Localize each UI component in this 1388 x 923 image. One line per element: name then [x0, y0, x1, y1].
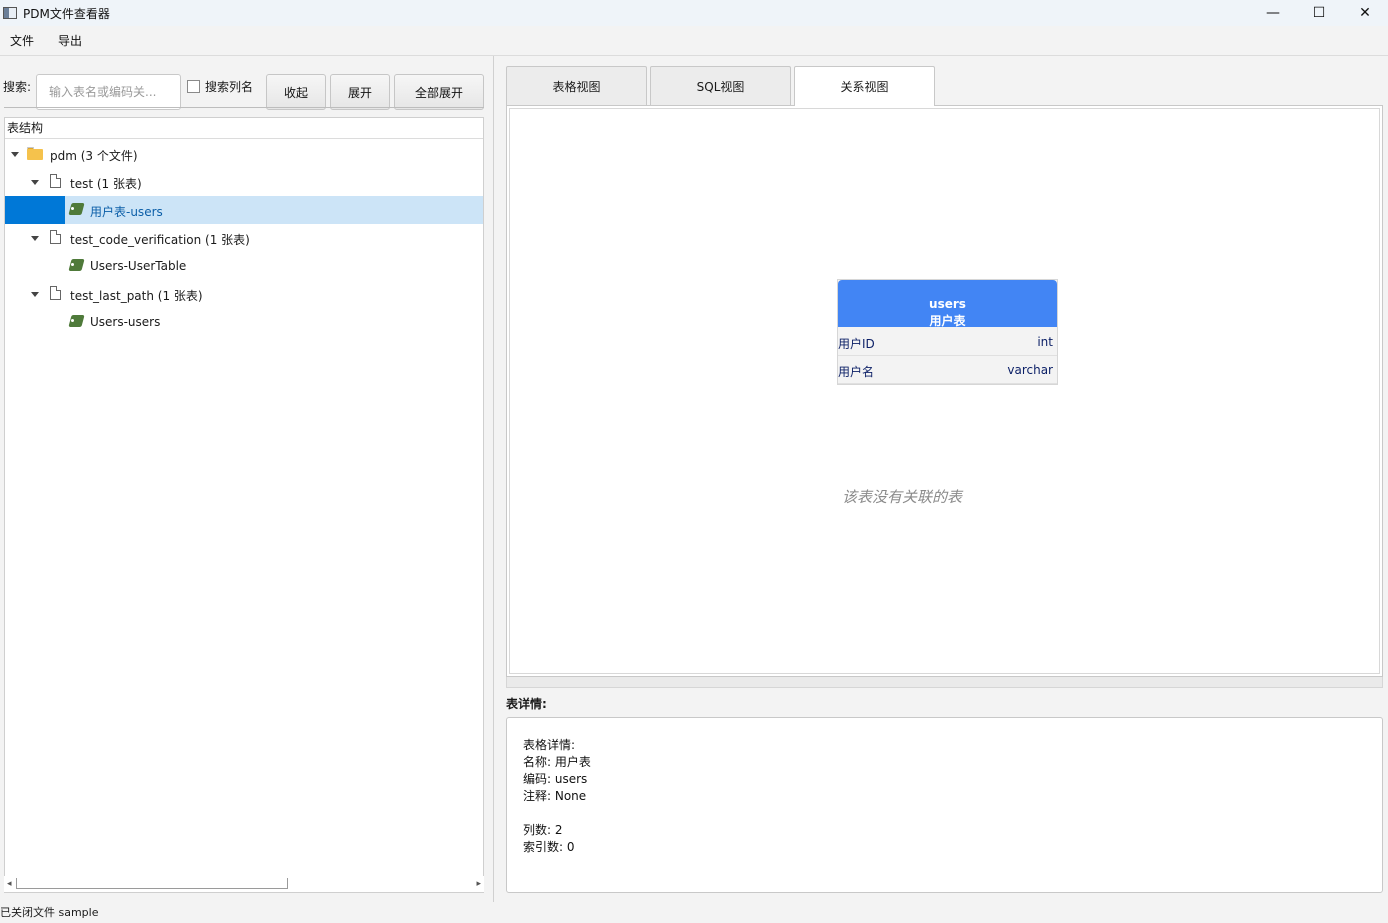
entity-column-row: 用户名 varchar: [838, 356, 1057, 384]
window-title: PDM文件查看器: [23, 6, 110, 21]
expand-arrow-icon[interactable]: [11, 152, 19, 157]
search-toolbar: 搜索: 搜索列名 收起 展开 全部展开: [0, 64, 490, 110]
expand-arrow-icon[interactable]: [31, 180, 39, 185]
search-columns-checkbox[interactable]: [187, 80, 200, 93]
details-text-box[interactable]: 表格详情: 名称: 用户表 编码: users 注释: None 列数: 2 索…: [506, 717, 1383, 893]
horizontal-scrollbar[interactable]: ◂ ▸: [4, 876, 484, 892]
table-tree[interactable]: 表结构 pdm (3 个文件) test (1 张表) 用户表-users te…: [4, 117, 484, 893]
tree-item-label: test (1 张表): [70, 177, 142, 191]
tree-item-label: test_last_path (1 张表): [70, 289, 203, 303]
tab-sql-view[interactable]: SQL视图: [650, 66, 791, 105]
scroll-left-icon[interactable]: ◂: [7, 879, 12, 889]
detail-line: 编码: users: [523, 772, 588, 786]
tree-header: 表结构: [5, 118, 483, 139]
collapse-button[interactable]: 收起: [266, 74, 326, 110]
tree-item-file[interactable]: test (1 张表): [5, 168, 483, 196]
close-button[interactable]: ✕: [1342, 0, 1388, 26]
tree-item-label: Users-users: [90, 315, 161, 329]
view-horizontal-scrollbar[interactable]: [506, 677, 1383, 688]
detail-line: 注释: None: [523, 789, 587, 803]
menu-export[interactable]: 导出: [48, 32, 92, 49]
detail-line: 表格详情:: [523, 738, 576, 752]
panel-splitter[interactable]: [490, 56, 498, 902]
tree-item-file[interactable]: test_code_verification (1 张表): [5, 224, 483, 252]
expand-button[interactable]: 展开: [330, 74, 390, 110]
folder-icon: [27, 147, 43, 160]
search-input[interactable]: [36, 74, 181, 110]
column-name: 用户ID: [838, 337, 875, 351]
expand-all-button[interactable]: 全部展开: [394, 74, 484, 110]
tab-table-view[interactable]: 表格视图: [506, 66, 647, 105]
table-tag-icon: [68, 203, 85, 216]
entity-column-row: 用户ID int: [838, 328, 1057, 356]
window-controls: — ☐ ✕: [1250, 0, 1388, 26]
expand-arrow-icon[interactable]: [31, 292, 39, 297]
no-relation-message: 该表没有关联的表: [842, 488, 963, 506]
tree-item-label: 用户表-users: [90, 205, 163, 219]
tree-item-table[interactable]: 用户表-users: [5, 196, 483, 224]
column-name: 用户名: [838, 365, 875, 379]
tree-item-table[interactable]: Users-users: [5, 308, 483, 336]
file-icon: [50, 286, 61, 300]
entity-box[interactable]: users 用户表 用户ID int 用户名 varchar: [837, 279, 1058, 385]
tab-relation-view[interactable]: 关系视图: [794, 66, 935, 106]
scroll-right-icon[interactable]: ▸: [476, 879, 481, 889]
search-columns-label: 搜索列名: [205, 80, 254, 94]
tree-item-label: test_code_verification (1 张表): [70, 233, 250, 247]
canvas-frame: users 用户表 用户ID int 用户名 varchar 该表没有关联的表: [509, 108, 1380, 674]
search-label: 搜索:: [3, 80, 32, 94]
file-icon: [50, 230, 61, 244]
table-tag-icon: [68, 315, 85, 328]
tree-item-table[interactable]: Users-UserTable: [5, 252, 483, 280]
entity-name: 用户表: [929, 314, 966, 328]
detail-line: 索引数: 0: [523, 840, 575, 854]
relation-view-canvas[interactable]: users 用户表 用户ID int 用户名 varchar 该表没有关联的表: [506, 105, 1383, 677]
divider: [4, 107, 484, 108]
entity-header: users 用户表: [838, 280, 1057, 328]
detail-line: 名称: 用户表: [523, 755, 591, 769]
menu-file[interactable]: 文件: [0, 32, 44, 49]
tree-item-label: Users-UserTable: [90, 259, 187, 273]
maximize-icon: ☐: [1312, 5, 1326, 21]
column-type: int: [1037, 335, 1053, 349]
tree-item-root[interactable]: pdm (3 个文件): [5, 140, 483, 168]
expand-arrow-icon[interactable]: [31, 236, 39, 241]
close-icon: ✕: [1359, 5, 1371, 21]
details-title: 表详情:: [506, 697, 547, 711]
status-bar: 已关闭文件 sample: [0, 903, 1388, 923]
scrollbar-thumb[interactable]: [16, 878, 288, 889]
minimize-icon: —: [1266, 5, 1280, 21]
detail-line: 列数: 2: [523, 823, 563, 837]
minimize-button[interactable]: —: [1250, 0, 1296, 26]
table-tag-icon: [68, 259, 85, 272]
search-columns-toggle[interactable]: 搜索列名: [187, 78, 253, 95]
menu-bar: 文件 导出: [0, 26, 1388, 56]
maximize-button[interactable]: ☐: [1296, 0, 1342, 26]
title-bar: PDM文件查看器 — ☐ ✕: [0, 0, 1388, 26]
tree-item-file[interactable]: test_last_path (1 张表): [5, 280, 483, 308]
left-panel: 搜索: 搜索列名 收起 展开 全部展开 表结构 pdm (3 个文件) test…: [0, 56, 490, 902]
column-type: varchar: [1007, 363, 1053, 377]
file-icon: [50, 174, 61, 188]
entity-code: users: [929, 297, 966, 311]
tree-item-label: pdm (3 个文件): [50, 149, 138, 163]
selection-gutter: [5, 196, 65, 224]
app-icon: [3, 7, 17, 19]
